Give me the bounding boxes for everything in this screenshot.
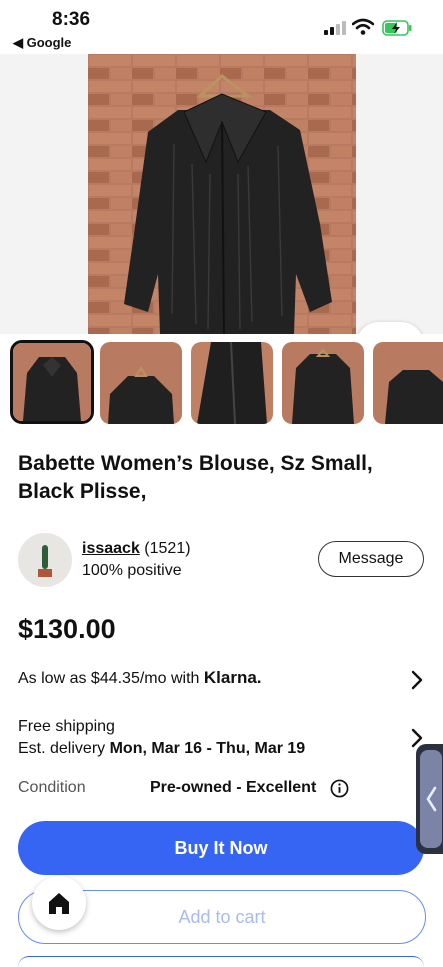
delivery-estimate: Est. delivery Mon, Mar 16 - Thu, Mar 19	[18, 740, 305, 758]
thumbnail-photo	[282, 342, 364, 424]
home-button[interactable]	[32, 876, 86, 930]
condition-label: Condition	[18, 779, 86, 796]
home-icon	[49, 893, 69, 914]
financing-row[interactable]: As low as $44.35/mo with Klarna.	[18, 668, 428, 694]
back-to-google-link[interactable]: ◀ Google	[13, 35, 71, 51]
seller-info: issaack (1521)	[82, 540, 191, 558]
thumbnail-5[interactable]	[373, 342, 443, 424]
thumbnail-2[interactable]	[100, 342, 182, 424]
thumbnail-photo	[373, 342, 443, 424]
buy-it-now-button[interactable]: Buy It Now	[18, 821, 424, 875]
thumbnail-4[interactable]	[282, 342, 364, 424]
shipping-row[interactable]: Free shipping Est. delivery Mon, Mar 16 …	[18, 718, 428, 764]
watch-button[interactable]: 6	[356, 322, 424, 334]
blouse-photo	[88, 54, 356, 334]
condition-value: Pre-owned - Excellent	[150, 779, 317, 796]
price: $130.00	[18, 614, 116, 644]
delivery-prefix: Est. delivery	[18, 740, 110, 757]
chevron-right-icon	[411, 670, 423, 690]
thumbnail-photo	[191, 342, 273, 424]
seller-username-link[interactable]: issaack	[82, 540, 140, 557]
seller-feedback-percent: 100% positive	[82, 562, 182, 579]
financing-text: As low as $44.35/mo with	[18, 670, 204, 687]
listing-title: Babette Women’s Blouse, Sz Small, Black …	[18, 452, 373, 503]
klarna-logo: Klarna.	[203, 668, 262, 687]
thumbnail-photo	[13, 343, 91, 421]
main-product-image[interactable]: 6	[0, 54, 443, 334]
shipping-cost: Free shipping	[18, 718, 115, 735]
info-icon[interactable]	[330, 779, 349, 798]
thumbnail-photo	[100, 342, 182, 424]
avatar[interactable]	[18, 533, 72, 587]
watch-count: 6	[369, 334, 380, 335]
chevron-left-icon	[426, 786, 437, 812]
status-bar: 8:36 ◀ Google	[0, 0, 443, 54]
seller-feedback-count: (1521)	[139, 540, 191, 557]
status-time: 8:36	[52, 9, 91, 30]
thumbnail-1[interactable]	[10, 340, 94, 424]
thumbnail-3[interactable]	[191, 342, 273, 424]
delivery-dates: Mon, Mar 16 - Thu, Mar 19	[109, 740, 306, 757]
seller-avatar-image	[18, 533, 72, 587]
next-button-edge	[18, 956, 424, 967]
message-button[interactable]: Message	[318, 541, 424, 577]
image-thumbnail-strip	[0, 338, 443, 428]
wifi-icon	[352, 18, 374, 35]
signal-icon	[324, 21, 346, 35]
battery-icon	[382, 20, 412, 36]
side-panel-inner	[420, 750, 442, 848]
side-panel-handle[interactable]	[416, 744, 443, 854]
